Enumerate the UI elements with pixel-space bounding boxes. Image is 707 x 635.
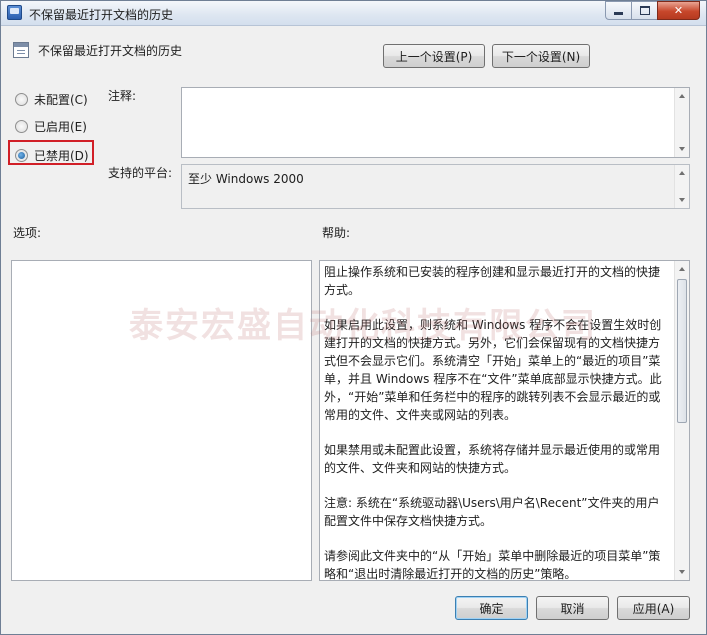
radio-enabled[interactable]: 已启用(E) — [15, 118, 87, 135]
help-label: 帮助: — [322, 226, 351, 240]
platform-field: 至少 Windows 2000 — [181, 164, 690, 209]
help-paragraph: 注意: 系统在“系统驱动器\Users\用户名\Recent”文件夹的用户配置文… — [324, 496, 660, 528]
platform-scrollbar[interactable] — [674, 165, 689, 208]
policy-title: 不保留最近打开文档的历史 — [38, 44, 183, 58]
scroll-thumb[interactable] — [677, 279, 687, 423]
scroll-down-icon[interactable] — [679, 198, 685, 202]
title-bar: 不保留最近打开文档的历史 ✕ — [1, 1, 706, 26]
scroll-down-icon[interactable] — [679, 570, 685, 574]
close-button[interactable]: ✕ — [657, 1, 700, 20]
scroll-up-icon[interactable] — [679, 94, 685, 98]
comment-label: 注释: — [108, 89, 137, 103]
radio-button[interactable] — [15, 93, 28, 106]
help-scrollbar[interactable] — [674, 261, 689, 580]
ok-button[interactable]: 确定 — [455, 596, 528, 620]
help-paragraph: 请参阅此文件夹中的“从「开始」菜单中删除最近的项目菜单”策略和“退出时清除最近打… — [324, 549, 661, 581]
comment-scrollbar[interactable] — [674, 88, 689, 157]
scroll-up-icon[interactable] — [679, 267, 685, 271]
help-paragraph: 阻止操作系统和已安装的程序创建和显示最近打开的文档的快捷方式。 — [324, 265, 661, 297]
help-paragraph: 如果启用此设置，则系统和 Windows 程序不会在设置生效时创建打开的文档的快… — [324, 318, 662, 422]
highlight-annotation-box — [8, 140, 94, 165]
close-icon: ✕ — [673, 4, 684, 17]
options-label: 选项: — [13, 226, 42, 240]
radio-label: 已启用(E) — [34, 120, 87, 134]
policy-dialog: 不保留最近打开文档的历史 ✕ 不保留最近打开文档的历史 上一个设置(P) 下一个… — [0, 0, 707, 635]
radio-label: 未配置(C) — [34, 93, 88, 107]
policy-setting-icon — [13, 42, 29, 58]
previous-setting-button[interactable]: 上一个设置(P) — [383, 44, 485, 68]
radio-button[interactable] — [15, 120, 28, 133]
scroll-down-icon[interactable] — [679, 147, 685, 151]
minimize-button[interactable] — [605, 1, 632, 20]
comment-textarea[interactable] — [181, 87, 690, 158]
cancel-button[interactable]: 取消 — [536, 596, 609, 620]
platform-label: 支持的平台: — [108, 166, 173, 180]
next-setting-button[interactable]: 下一个设置(N) — [492, 44, 590, 68]
app-icon — [7, 5, 22, 20]
window-controls: ✕ — [605, 1, 700, 21]
help-text: 阻止操作系统和已安装的程序创建和显示最近打开的文档的快捷方式。 如果启用此设置，… — [324, 263, 669, 600]
options-panel — [11, 260, 312, 581]
apply-button[interactable]: 应用(A) — [617, 596, 690, 620]
platform-value: 至少 Windows 2000 — [188, 172, 304, 186]
maximize-icon — [639, 6, 650, 15]
help-panel: 阻止操作系统和已安装的程序创建和显示最近打开的文档的快捷方式。 如果启用此设置，… — [319, 260, 690, 581]
help-paragraph: 如果禁用或未配置此设置，系统将存储并显示最近使用的或常用的文件、文件夹和网站的快… — [324, 443, 661, 475]
minimize-icon — [614, 12, 623, 15]
window-title: 不保留最近打开文档的历史 — [29, 8, 174, 22]
radio-not-configured[interactable]: 未配置(C) — [15, 91, 88, 108]
maximize-button[interactable] — [631, 1, 658, 20]
scroll-up-icon[interactable] — [679, 171, 685, 175]
